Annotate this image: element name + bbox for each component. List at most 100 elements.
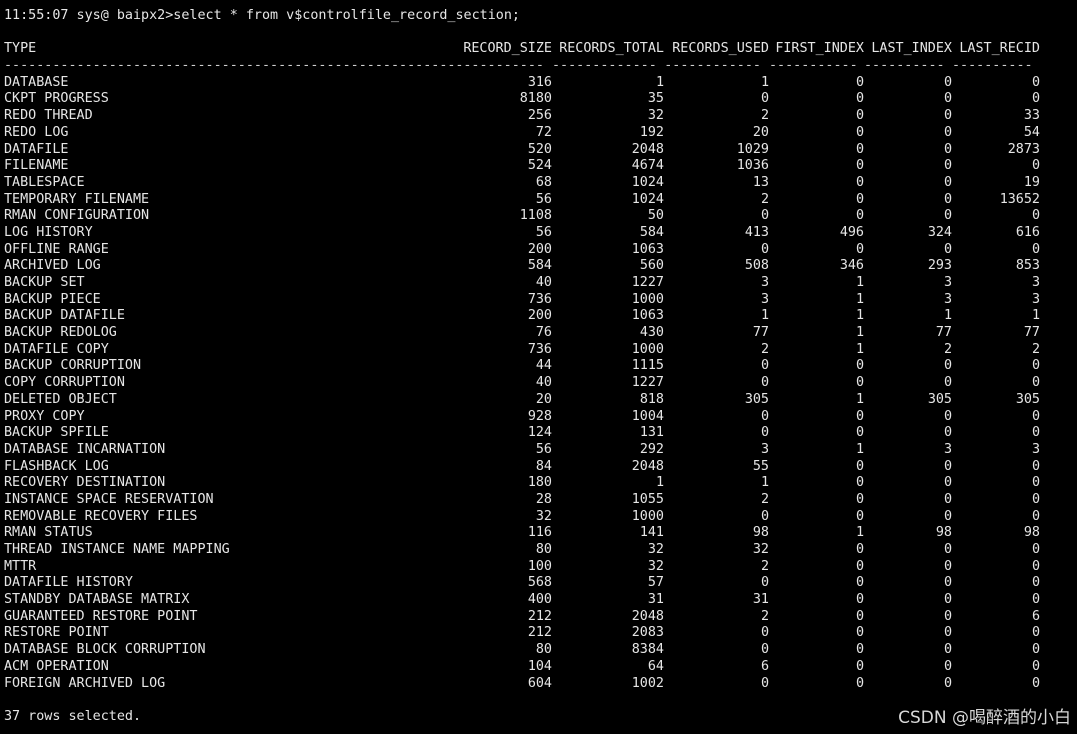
cell-records-total: 1227 [631,375,664,391]
cell-record-size: 1108 [519,208,552,224]
cell-first-index: 0 [855,358,864,374]
column-header-type: TYPE [4,41,37,57]
cell-record-size: 56 [535,191,552,207]
cell-first-index: 0 [855,158,864,174]
cell-records-used: 13 [752,174,769,190]
cell-type: COPY CORRUPTION [4,375,125,391]
cell-record-size: 212 [527,608,552,624]
cell-last-index: 0 [943,408,952,424]
cell-records-total: 50 [647,208,664,224]
cell-last-recid: 616 [1015,224,1040,240]
table-row: DATABASE BLOCK CORRUPTION 80 8384 0 0 0 0 [4,642,1074,659]
cell-first-index: 0 [855,408,864,424]
cell-records-used: 413 [744,224,769,240]
cell-last-index: 3 [943,291,952,307]
cell-records-total: 1055 [631,491,664,507]
cell-last-recid: 2873 [1007,141,1040,157]
cell-records-used: 98 [752,525,769,541]
cell-records-total: 64 [647,658,664,674]
column-header-first-index: FIRST_INDEX [775,41,864,57]
cell-record-size: 44 [535,358,552,374]
table-row: PROXY COPY 928 1004 0 0 0 0 [4,409,1074,426]
cell-type: FOREIGN ARCHIVED LOG [4,675,166,691]
cell-last-index: 0 [943,375,952,391]
cell-records-total: 1000 [631,341,664,357]
cell-type: BACKUP SET [4,275,85,290]
table-row: BACKUP CORRUPTION 44 1115 0 0 0 0 [4,358,1074,375]
table-row: REDO THREAD 256 32 2 0 0 33 [4,108,1074,125]
command-prompt-line: 11:55:07 sys@ baipx2>select * from v$con… [4,8,520,23]
cell-records-total: 1000 [631,508,664,524]
cell-records-used: 31 [752,592,769,608]
cell-record-size: 256 [527,108,552,124]
cell-first-index: 0 [855,592,864,608]
cell-last-index: 0 [943,208,952,224]
cell-records-used: 2 [760,608,769,624]
cell-record-size: 28 [535,491,552,507]
cell-last-index: 0 [943,642,952,658]
cell-last-recid: 853 [1015,258,1040,274]
cell-record-size: 736 [527,341,552,357]
cell-type: DATABASE [4,74,69,90]
cell-record-size: 568 [527,575,552,591]
cell-type: CKPT PROGRESS [4,91,109,107]
cell-records-total: 35 [647,91,664,107]
cell-records-used: 20 [752,124,769,140]
cell-record-size: 200 [527,308,552,324]
cell-type: TEMPORARY FILENAME [4,191,150,207]
cell-type: GUARANTEED RESTORE POINT [4,608,198,624]
cell-last-recid: 0 [1031,375,1040,391]
cell-last-recid: 0 [1031,508,1040,524]
column-header-record-size: RECORD_SIZE [463,41,552,57]
cell-last-recid: 0 [1031,575,1040,591]
table-row: BACKUP PIECE 736 1000 3 1 3 3 [4,292,1074,309]
cell-last-index: 0 [943,241,952,257]
separator-dashes: ------------ [664,58,761,74]
cell-last-index: 0 [943,625,952,641]
cell-last-index: 0 [943,358,952,374]
cell-records-total: 2048 [631,458,664,474]
table-row: GUARANTEED RESTORE POINT 212 2048 2 0 0 6 [4,609,1074,626]
table-row: THREAD INSTANCE NAME MAPPING 80 32 32 0 0 0 [4,542,1074,559]
separator-dashes: ------------- [552,58,657,74]
cell-last-recid: 33 [1023,108,1040,124]
cell-record-size: 200 [527,241,552,257]
cell-last-recid: 13652 [999,191,1040,207]
cell-last-recid: 0 [1031,542,1040,557]
cell-records-total: 1227 [631,275,664,290]
cell-records-total: 131 [639,425,664,441]
cell-last-index: 0 [943,558,952,574]
cell-first-index: 0 [855,658,864,674]
cell-records-used: 0 [760,642,769,658]
cell-records-used: 55 [752,458,769,474]
cell-last-recid: 3 [1031,275,1040,290]
terminal-window[interactable]: 11:55:07 sys@ baipx2>select * from v$con… [4,8,1074,726]
table-row: DATAFILE COPY 736 1000 2 1 2 2 [4,342,1074,359]
cell-last-index: 0 [943,174,952,190]
table-row: ACM OPERATION 104 64 6 0 0 0 [4,659,1074,676]
cell-first-index: 1 [855,391,864,407]
separator-dashes: ----------------------------------------… [4,58,454,74]
cell-records-used: 1 [760,475,769,491]
cell-records-used: 508 [744,258,769,274]
cell-first-index: 0 [855,191,864,207]
separator-dashes: ---------- [864,58,945,74]
table-row: OFFLINE RANGE 200 1063 0 0 0 0 [4,242,1074,259]
table-row: ARCHIVED LOG 584 560 508 346 293 853 [4,258,1074,275]
cell-last-index: 293 [927,258,952,274]
cell-last-recid: 0 [1031,458,1040,474]
cell-records-used: 1029 [736,141,769,157]
table-row: MTTR 100 32 2 0 0 0 [4,559,1074,576]
cell-records-used: 1036 [736,158,769,174]
cell-last-index: 0 [943,608,952,624]
cell-records-total: 430 [639,325,664,341]
cell-type: BACKUP PIECE [4,291,101,307]
table-row: DATAFILE 520 2048 1029 0 0 2873 [4,142,1074,159]
cell-last-index: 98 [935,525,952,541]
cell-records-used: 305 [744,391,769,407]
cell-last-index: 3 [943,441,952,457]
cell-last-index: 0 [943,158,952,174]
cell-type: TABLESPACE [4,174,85,190]
separator-dashes: ----------- [455,58,544,74]
